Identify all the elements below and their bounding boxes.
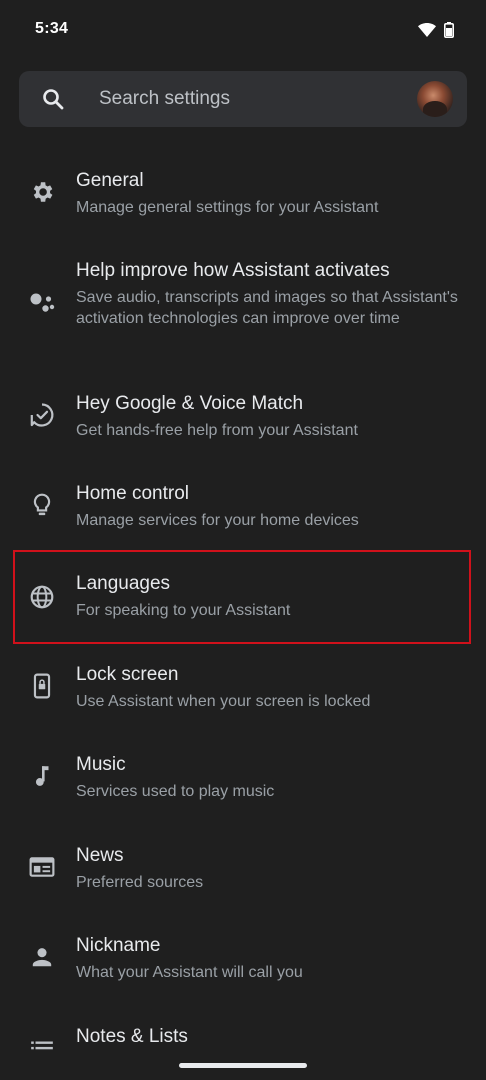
- search-icon[interactable]: [41, 87, 65, 111]
- setting-help-improve[interactable]: Help improve how Assistant activates Sav…: [0, 250, 486, 365]
- setting-title: Hey Google & Voice Match: [76, 393, 304, 414]
- setting-subtitle: Manage services for your home devices: [76, 512, 359, 529]
- list-icon: [29, 1035, 55, 1061]
- setting-subtitle: Services used to play music: [76, 783, 275, 800]
- battery-icon: [444, 22, 454, 38]
- setting-title: General: [76, 170, 144, 191]
- setting-subtitle: Get hands-free help from your Assistant: [76, 422, 358, 439]
- setting-subtitle: Use Assistant when your screen is locked: [76, 693, 371, 710]
- setting-nickname[interactable]: Nickname What your Assistant will call y…: [0, 925, 486, 1005]
- assistant-settings-screen: 5:34 Search settings General Manage gene…: [0, 0, 486, 1080]
- wifi-icon: [418, 23, 436, 37]
- setting-lock-screen[interactable]: Lock screen Use Assistant when your scre…: [0, 654, 486, 734]
- setting-title: News: [76, 845, 124, 866]
- home-indicator[interactable]: [179, 1063, 307, 1068]
- search-input[interactable]: [99, 71, 409, 127]
- setting-music-text: Music Services used to play music: [76, 753, 462, 802]
- setting-title: Home control: [76, 483, 189, 504]
- setting-languages-text: Languages For speaking to your Assistant: [76, 572, 462, 621]
- lightbulb-icon: [29, 492, 55, 518]
- setting-languages[interactable]: Languages For speaking to your Assistant: [0, 563, 486, 643]
- setting-music[interactable]: Music Services used to play music: [0, 744, 486, 824]
- lock-screen-icon: [29, 673, 55, 699]
- setting-general-text: General Manage general settings for your…: [76, 169, 462, 218]
- setting-help-improve-text: Help improve how Assistant activates Sav…: [76, 259, 462, 329]
- setting-hey-google-text: Hey Google & Voice Match Get hands-free …: [76, 392, 462, 441]
- setting-home-control-text: Home control Manage services for your ho…: [76, 482, 462, 531]
- setting-title: Nickname: [76, 935, 161, 956]
- setting-title: Help improve how Assistant activates: [76, 260, 390, 281]
- setting-title: Languages: [76, 573, 171, 594]
- setting-hey-google[interactable]: Hey Google & Voice Match Get hands-free …: [0, 383, 486, 463]
- setting-lock-screen-text: Lock screen Use Assistant when your scre…: [76, 663, 462, 712]
- assistant-dots-icon: [29, 289, 55, 315]
- person-icon: [29, 944, 55, 970]
- search-bar[interactable]: [19, 71, 467, 127]
- setting-title: Lock screen: [76, 664, 179, 685]
- globe-icon: [29, 584, 55, 610]
- news-icon: [29, 854, 55, 880]
- status-icons: [418, 22, 454, 38]
- setting-general[interactable]: General Manage general settings for your…: [0, 160, 486, 240]
- setting-subtitle: Preferred sources: [76, 874, 204, 891]
- setting-title: Notes & Lists: [76, 1026, 188, 1047]
- setting-subtitle: What your Assistant will call you: [76, 964, 303, 981]
- setting-home-control[interactable]: Home control Manage services for your ho…: [0, 473, 486, 553]
- voice-match-icon: [29, 402, 55, 428]
- music-note-icon: [29, 763, 55, 789]
- setting-news[interactable]: News Preferred sources: [0, 835, 486, 915]
- setting-notes-lists-text: Notes & Lists: [76, 1025, 462, 1049]
- setting-subtitle: For speaking to your Assistant: [76, 602, 291, 619]
- setting-subtitle: Save audio, transcripts and images so th…: [76, 289, 458, 327]
- setting-news-text: News Preferred sources: [76, 844, 462, 893]
- setting-title: Music: [76, 754, 126, 775]
- avatar[interactable]: [417, 81, 453, 117]
- gear-icon: [29, 179, 55, 205]
- setting-notes-lists[interactable]: Notes & Lists: [0, 1016, 486, 1080]
- status-time: 5:34: [35, 20, 69, 37]
- status-bar: 5:34: [0, 0, 486, 60]
- setting-subtitle: Manage general settings for your Assista…: [76, 199, 379, 216]
- setting-nickname-text: Nickname What your Assistant will call y…: [76, 934, 462, 983]
